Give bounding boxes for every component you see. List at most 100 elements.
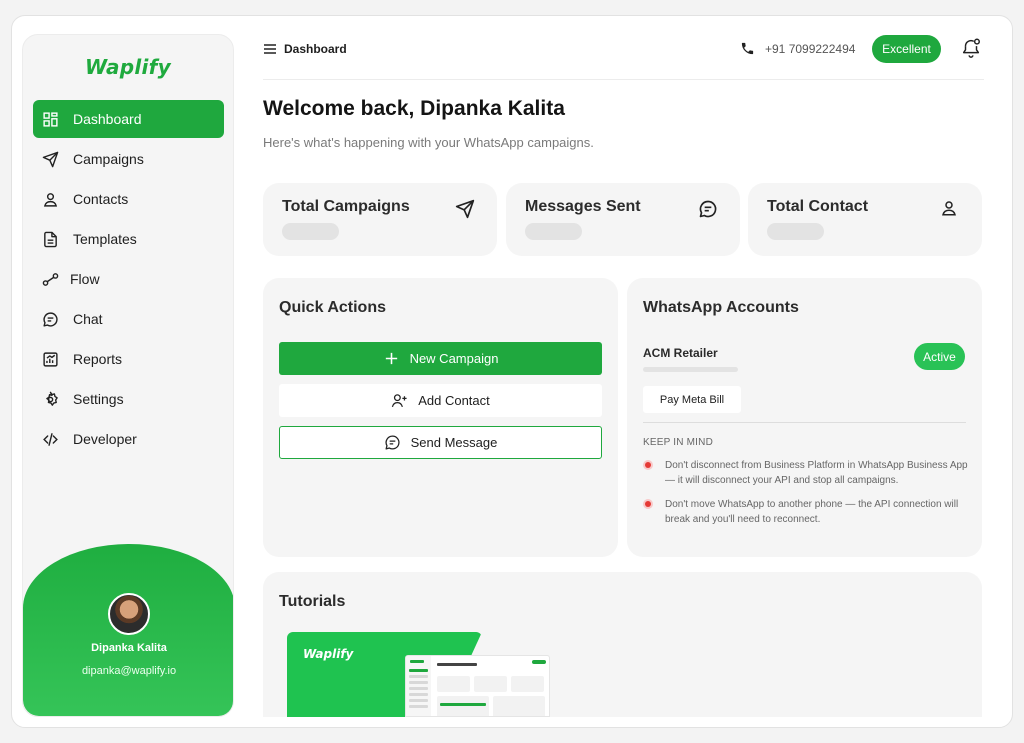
- button-label: New Campaign: [409, 351, 499, 366]
- sidebar-item-campaigns[interactable]: Campaigns: [33, 140, 224, 178]
- preview-card: [474, 676, 507, 692]
- avatar: [108, 593, 150, 635]
- preview-card: [511, 676, 544, 692]
- document-icon: [41, 230, 59, 248]
- sidebar-item-label: Reports: [73, 351, 123, 367]
- stat-card-total-contact: Total Contact: [748, 183, 982, 256]
- sidebar-item-developer[interactable]: Developer: [33, 420, 224, 458]
- flow-icon: [41, 270, 59, 288]
- stat-label: Total Campaigns: [282, 198, 410, 215]
- sidebar-item-reports[interactable]: Reports: [33, 340, 224, 378]
- sidebar-item-contacts[interactable]: Contacts: [33, 180, 224, 218]
- sidebar-item-label: Flow: [70, 271, 100, 287]
- send-message-button[interactable]: Send Message: [279, 426, 602, 459]
- send-icon: [455, 199, 475, 219]
- button-label: Send Message: [410, 435, 498, 450]
- panel-title: Quick Actions: [279, 299, 386, 316]
- grid-icon: [41, 110, 59, 128]
- profile-name: Dipanka Kalita: [91, 642, 167, 654]
- topbar: Dashboard +91 7099222494 Excellent: [263, 34, 984, 80]
- sidebar-item-label: Developer: [73, 431, 137, 447]
- stat-label: Messages Sent: [525, 198, 641, 215]
- preview-nav: [409, 699, 428, 702]
- tip-text: Don't move WhatsApp to another phone — t…: [665, 499, 959, 525]
- status-badge: Active: [914, 343, 965, 370]
- menu-icon[interactable]: [263, 42, 277, 56]
- user-icon: [41, 190, 59, 208]
- tip-item: Don't move WhatsApp to another phone — t…: [643, 497, 968, 527]
- stat-value-placeholder: [767, 223, 824, 240]
- tip-item: Don't disconnect from Business Platform …: [643, 458, 968, 488]
- chat-icon: [698, 199, 718, 219]
- keep-in-mind-heading: KEEP IN MIND: [643, 437, 714, 448]
- gear-icon: [41, 390, 59, 408]
- chat-icon: [41, 310, 59, 328]
- breadcrumb: Dashboard: [284, 42, 347, 56]
- sidebar-item-settings[interactable]: Settings: [33, 380, 224, 418]
- sidebar-item-label: Campaigns: [73, 151, 144, 167]
- sidebar-item-label: Templates: [73, 231, 137, 247]
- preview-nav: [409, 669, 428, 672]
- stat-value-placeholder: [525, 223, 582, 240]
- preview-nav: [409, 687, 428, 690]
- add-contact-button[interactable]: Add Contact: [279, 384, 602, 417]
- reports-icon: [41, 350, 59, 368]
- preview-button: [440, 703, 486, 706]
- preview-logo: [410, 660, 424, 663]
- phone-number: +91 7099222494: [765, 42, 856, 56]
- preview-nav: [409, 675, 428, 678]
- quick-actions-panel: Quick Actions New Campaign Add Contact S…: [263, 278, 618, 557]
- preview-panel: [437, 696, 489, 716]
- plus-icon: [385, 352, 397, 365]
- page-subtitle: Here's what's happening with your WhatsA…: [263, 135, 594, 150]
- add-user-icon: [392, 394, 407, 408]
- chat-icon: [385, 435, 400, 450]
- divider: [643, 422, 966, 423]
- page-title: Welcome back, Dipanka Kalita: [263, 97, 565, 120]
- new-campaign-button[interactable]: New Campaign: [279, 342, 602, 375]
- brand-logo: Waplify: [84, 55, 172, 79]
- send-icon: [41, 150, 59, 168]
- preview-panel: [493, 696, 545, 716]
- alert-dot-icon: [645, 501, 651, 507]
- sidebar-item-label: Dashboard: [73, 111, 142, 127]
- whatsapp-accounts-panel: WhatsApp Accounts ACM Retailer Active Pa…: [627, 278, 982, 557]
- user-profile[interactable]: Dipanka Kalita dipanka@waplify.io: [23, 544, 233, 716]
- stat-card-messages-sent: Messages Sent: [506, 183, 740, 256]
- stat-label: Total Contact: [767, 198, 869, 215]
- tutorials-panel: Tutorials Waplify: [263, 572, 982, 717]
- panel-title: WhatsApp Accounts: [643, 299, 799, 316]
- preview-nav: [409, 681, 428, 684]
- sidebar: Waplify Dashboard Campaigns Contacts Tem…: [22, 34, 234, 717]
- preview-nav: [409, 705, 428, 708]
- thumbnail-brand-logo: Waplify: [303, 647, 354, 661]
- phone-icon: [740, 41, 755, 56]
- sidebar-item-chat[interactable]: Chat: [33, 300, 224, 338]
- pay-meta-bill-button[interactable]: Pay Meta Bill: [643, 386, 741, 413]
- button-label: Add Contact: [418, 393, 490, 408]
- dashboard-preview-image[interactable]: [405, 655, 550, 717]
- sidebar-nav: Dashboard Campaigns Contacts Templates F…: [33, 100, 224, 460]
- preview-title: [437, 663, 477, 666]
- alert-dot-icon: [645, 462, 651, 468]
- sidebar-item-flow[interactable]: Flow: [33, 260, 224, 298]
- preview-nav: [409, 693, 428, 696]
- stat-card-total-campaigns: Total Campaigns: [263, 183, 497, 256]
- preview-card: [437, 676, 470, 692]
- profile-email: dipanka@waplify.io: [81, 665, 177, 677]
- sidebar-item-label: Chat: [73, 311, 103, 327]
- quality-badge[interactable]: Excellent: [872, 35, 941, 63]
- sidebar-item-templates[interactable]: Templates: [33, 220, 224, 258]
- stat-value-placeholder: [282, 223, 339, 240]
- user-icon: [940, 199, 960, 219]
- sidebar-item-dashboard[interactable]: Dashboard: [33, 100, 224, 138]
- sidebar-item-label: Settings: [73, 391, 124, 407]
- bell-icon[interactable]: [960, 37, 982, 59]
- account-name: ACM Retailer: [643, 346, 718, 360]
- panel-title: Tutorials: [279, 593, 346, 610]
- preview-badge: [532, 660, 546, 664]
- tip-text: Don't disconnect from Business Platform …: [665, 460, 968, 486]
- sidebar-item-label: Contacts: [73, 191, 129, 207]
- account-detail-placeholder: [643, 367, 738, 372]
- code-icon: [41, 430, 59, 448]
